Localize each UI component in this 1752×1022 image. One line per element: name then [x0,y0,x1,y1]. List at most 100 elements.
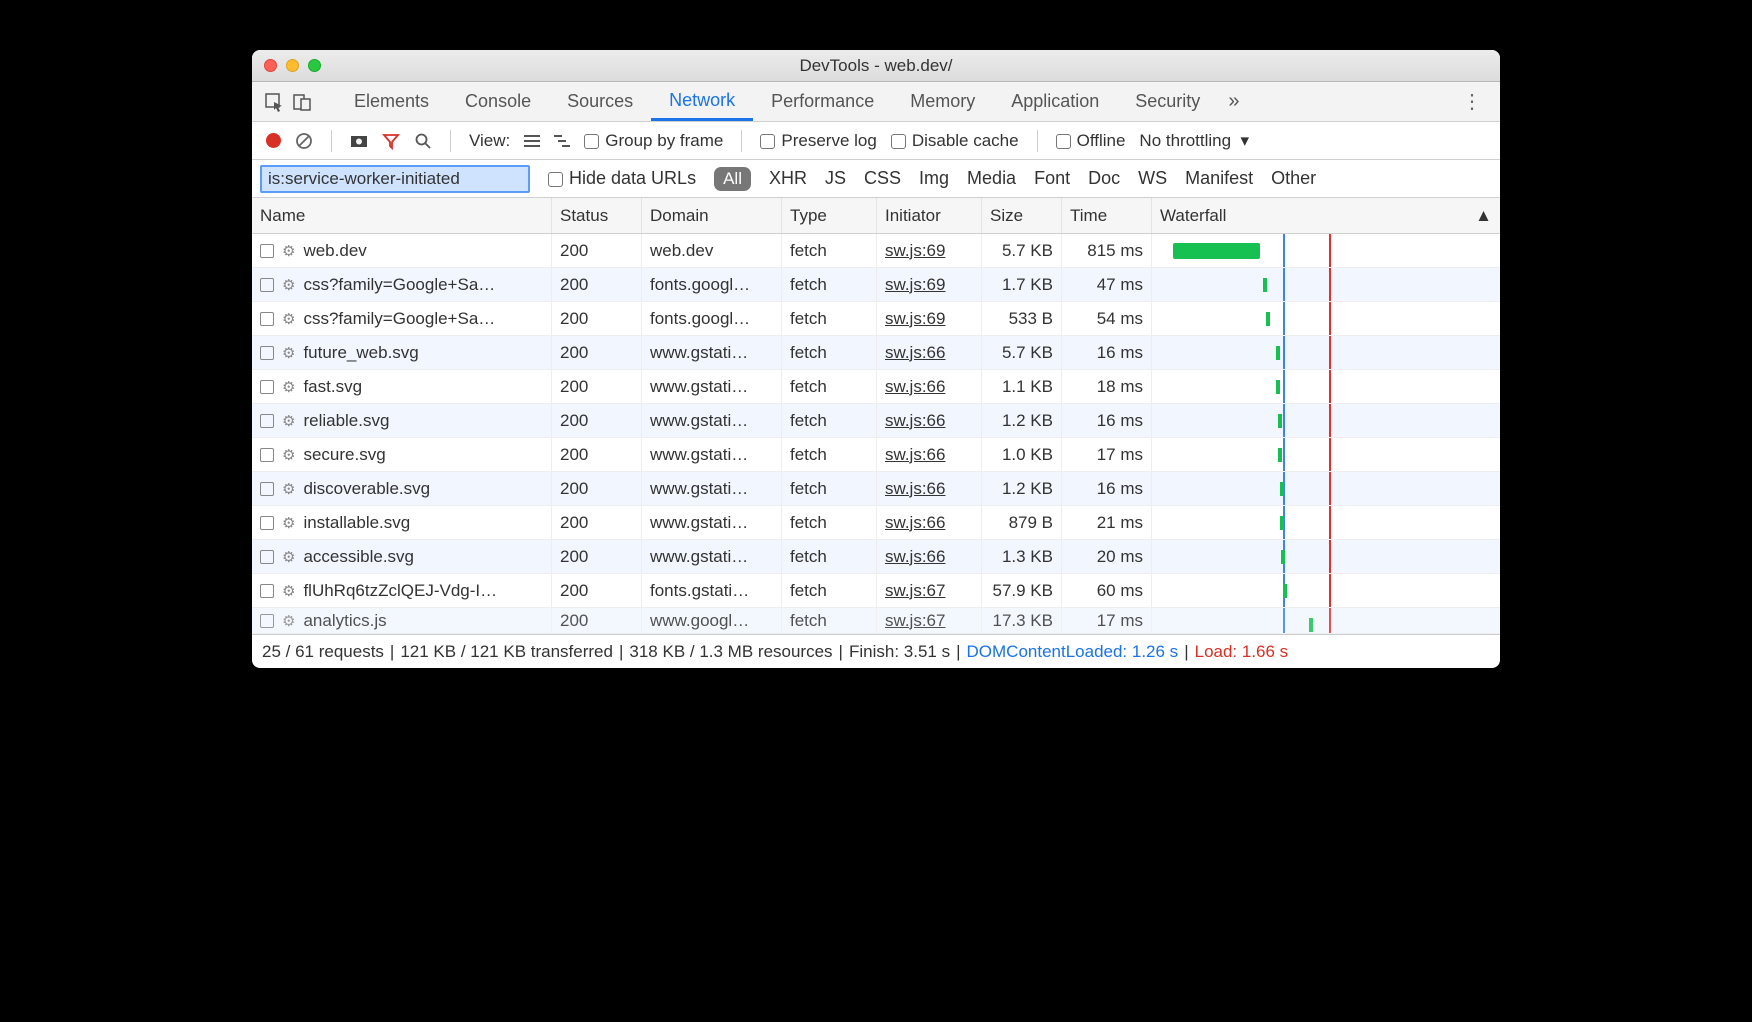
filter-type-manifest[interactable]: Manifest [1185,168,1253,189]
offline-checkbox[interactable]: Offline [1056,131,1126,151]
settings-menu-button[interactable]: ⋮ [1452,89,1492,114]
filter-type-xhr[interactable]: XHR [769,168,807,189]
service-worker-icon: ⚙ [282,582,295,600]
row-checkbox[interactable] [260,614,274,628]
cell-size: 533 B [982,302,1062,335]
row-checkbox[interactable] [260,550,274,564]
hide-data-urls-checkbox[interactable]: Hide data URLs [548,168,696,189]
tab-application[interactable]: Application [993,82,1117,121]
tab-security[interactable]: Security [1117,82,1218,121]
cell-initiator[interactable]: sw.js:67 [877,574,982,607]
filter-type-media[interactable]: Media [967,168,1016,189]
throttling-select[interactable]: No throttling ▾ [1139,131,1249,151]
col-domain[interactable]: Domain [642,198,782,233]
col-type[interactable]: Type [782,198,877,233]
cell-type: fetch [782,234,877,267]
cell-initiator[interactable]: sw.js:66 [877,506,982,539]
cell-initiator[interactable]: sw.js:66 [877,336,982,369]
cell-type: fetch [782,370,877,403]
large-rows-icon[interactable] [524,134,540,148]
table-row[interactable]: ⚙analytics.js200www.googl…fetchsw.js:671… [252,608,1500,634]
filter-type-font[interactable]: Font [1034,168,1070,189]
clear-button[interactable] [295,132,313,150]
inspect-icon[interactable] [260,92,288,112]
tab-memory[interactable]: Memory [892,82,993,121]
row-checkbox[interactable] [260,584,274,598]
device-toggle-icon[interactable] [288,92,316,112]
cell-initiator[interactable]: sw.js:67 [877,608,982,633]
divider [331,130,332,152]
disable-cache-checkbox[interactable]: Disable cache [891,131,1019,151]
filter-type-js[interactable]: JS [825,168,846,189]
row-checkbox[interactable] [260,346,274,360]
search-icon[interactable] [414,132,432,150]
filter-icon[interactable] [382,132,400,150]
col-initiator[interactable]: Initiator [877,198,982,233]
waterfall-view-icon[interactable] [554,134,570,148]
cell-waterfall [1152,506,1500,539]
table-row[interactable]: ⚙future_web.svg200www.gstati…fetchsw.js:… [252,336,1500,370]
filter-type-other[interactable]: Other [1271,168,1316,189]
filter-type-doc[interactable]: Doc [1088,168,1120,189]
cell-initiator[interactable]: sw.js:66 [877,540,982,573]
table-row[interactable]: ⚙flUhRq6tzZclQEJ-Vdg-I…200fonts.gstati…f… [252,574,1500,608]
table-row[interactable]: ⚙secure.svg200www.gstati…fetchsw.js:661.… [252,438,1500,472]
capture-screenshot-icon[interactable] [350,134,368,148]
tab-network[interactable]: Network [651,82,753,121]
more-tabs-button[interactable]: » [1218,90,1249,113]
filter-type-ws[interactable]: WS [1138,168,1167,189]
filter-type-all[interactable]: All [714,167,751,191]
col-status[interactable]: Status [552,198,642,233]
cell-size: 57.9 KB [982,574,1062,607]
cell-type: fetch [782,404,877,437]
cell-domain: www.googl… [642,608,782,633]
col-name[interactable]: Name [252,198,552,233]
tab-performance[interactable]: Performance [753,82,892,121]
table-row[interactable]: ⚙css?family=Google+Sa…200fonts.googl…fet… [252,268,1500,302]
table-row[interactable]: ⚙discoverable.svg200www.gstati…fetchsw.j… [252,472,1500,506]
row-checkbox[interactable] [260,516,274,530]
cell-status: 200 [552,574,642,607]
table-row[interactable]: ⚙web.dev200web.devfetchsw.js:695.7 KB815… [252,234,1500,268]
table-row[interactable]: ⚙css?family=Google+Sa…200fonts.googl…fet… [252,302,1500,336]
row-checkbox[interactable] [260,380,274,394]
filter-input[interactable] [260,165,530,193]
row-checkbox[interactable] [260,448,274,462]
row-checkbox[interactable] [260,414,274,428]
group-by-frame-checkbox[interactable]: Group by frame [584,131,723,151]
row-checkbox[interactable] [260,244,274,258]
preserve-log-checkbox[interactable]: Preserve log [760,131,876,151]
cell-size: 1.1 KB [982,370,1062,403]
record-button[interactable] [266,133,281,148]
service-worker-icon: ⚙ [282,514,295,532]
col-waterfall[interactable]: Waterfall▲ [1152,198,1500,233]
table-row[interactable]: ⚙fast.svg200www.gstati…fetchsw.js:661.1 … [252,370,1500,404]
tab-console[interactable]: Console [447,82,549,121]
cell-initiator[interactable]: sw.js:66 [877,472,982,505]
col-size[interactable]: Size [982,198,1062,233]
cell-initiator[interactable]: sw.js:66 [877,370,982,403]
row-checkbox[interactable] [260,312,274,326]
cell-status: 200 [552,506,642,539]
cell-initiator[interactable]: sw.js:69 [877,234,982,267]
request-name: secure.svg [303,445,385,465]
table-row[interactable]: ⚙installable.svg200www.gstati…fetchsw.js… [252,506,1500,540]
table-row[interactable]: ⚙accessible.svg200www.gstati…fetchsw.js:… [252,540,1500,574]
status-requests: 25 / 61 requests [262,642,384,662]
cell-initiator[interactable]: sw.js:66 [877,438,982,471]
row-checkbox[interactable] [260,278,274,292]
tab-elements[interactable]: Elements [336,82,447,121]
filter-type-img[interactable]: Img [919,168,949,189]
col-time[interactable]: Time [1062,198,1152,233]
row-checkbox[interactable] [260,482,274,496]
cell-initiator[interactable]: sw.js:69 [877,302,982,335]
table-row[interactable]: ⚙reliable.svg200www.gstati…fetchsw.js:66… [252,404,1500,438]
cell-status: 200 [552,370,642,403]
cell-initiator[interactable]: sw.js:69 [877,268,982,301]
sort-icon: ▲ [1475,206,1492,226]
tab-sources[interactable]: Sources [549,82,651,121]
cell-time: 18 ms [1062,370,1152,403]
filter-type-css[interactable]: CSS [864,168,901,189]
cell-initiator[interactable]: sw.js:66 [877,404,982,437]
request-name: css?family=Google+Sa… [303,309,495,329]
